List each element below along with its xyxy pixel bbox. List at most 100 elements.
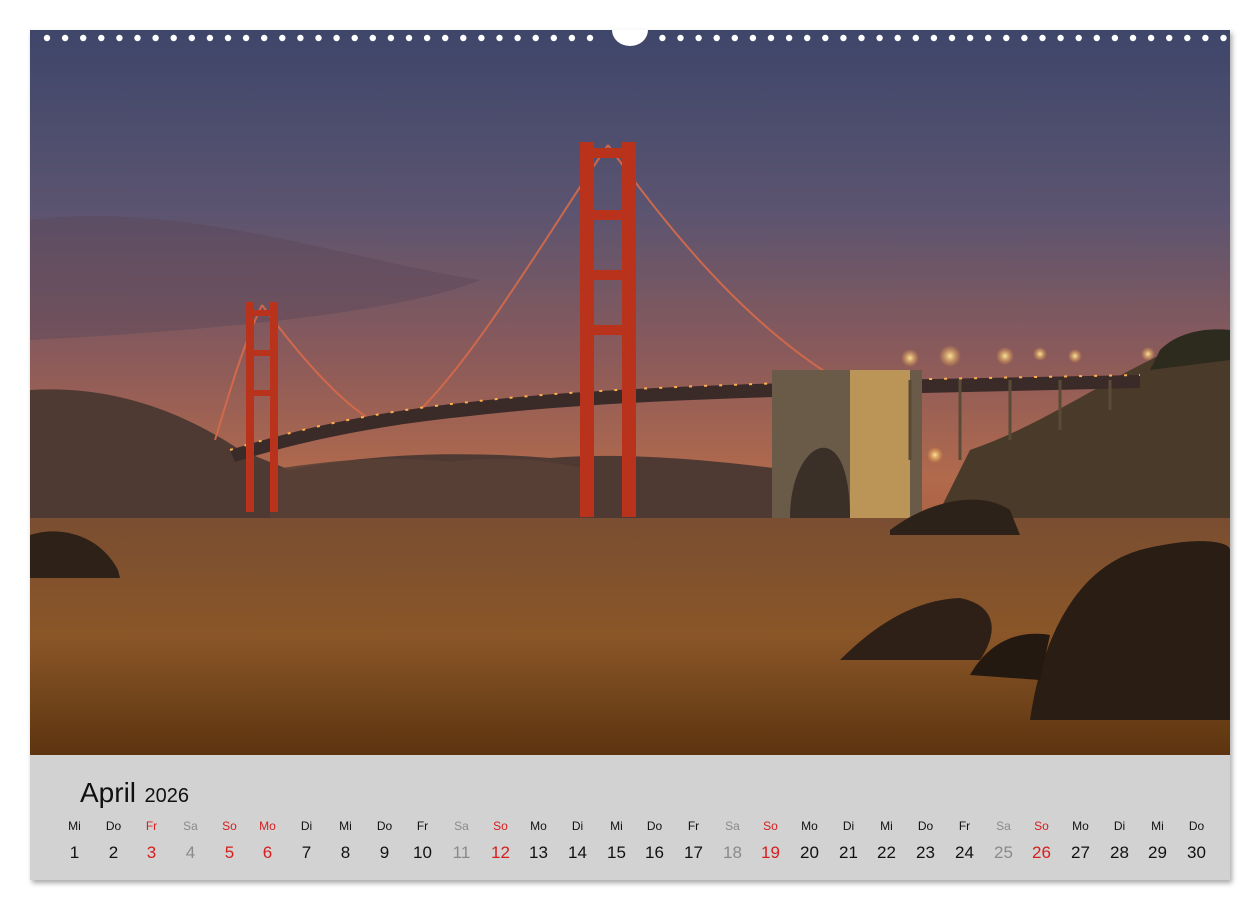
binding-hole: [170, 34, 177, 42]
binding-hole: [116, 34, 123, 42]
weekday-label: Di: [1113, 819, 1126, 833]
binding-hole: [876, 34, 883, 42]
day-number: 19: [761, 843, 780, 862]
day-number: 7: [301, 843, 312, 862]
binding-hole: [1147, 34, 1155, 42]
weekday-label: So: [763, 819, 778, 833]
binding-hole: [785, 34, 793, 42]
weekday-label: Sa: [454, 819, 469, 833]
binding-hole: [695, 34, 702, 42]
day-number: 29: [1148, 843, 1167, 862]
binding-hole: [80, 34, 87, 42]
weekday-label: Mi: [339, 819, 352, 833]
day-cell: Do 16: [636, 819, 673, 863]
day-number: 26: [1032, 843, 1051, 862]
binding-hole: [224, 34, 232, 42]
weekday-label: Mi: [880, 819, 893, 833]
weekday-label: Do: [646, 819, 663, 833]
day-row: Mi 1 Do 2 Fr 3 Sa 4 So 5 Mo 6 Di 7 Mi 8 Do 9 Fr 10 Sa 11 So 12 M…: [68, 819, 1215, 865]
binding-hole: [1220, 34, 1227, 42]
binding-hole: [333, 34, 340, 42]
binding-hole: [1075, 34, 1082, 42]
binding-hole: [948, 34, 956, 42]
day-cell: Sa 11: [443, 819, 480, 863]
day-number: 30: [1187, 843, 1206, 862]
day-cell: So 12: [482, 819, 519, 863]
binding-hole: [912, 34, 919, 42]
weekday-label: So: [493, 819, 508, 833]
day-cell: Di 21: [830, 819, 867, 863]
binding-hole: [804, 34, 811, 42]
binding-hole: [442, 34, 449, 42]
day-cell: So 19: [752, 819, 789, 863]
day-cell: Fr 17: [675, 819, 712, 863]
binding-hole: [315, 34, 322, 42]
binding-hole: [1111, 34, 1119, 42]
binding-hole: [568, 34, 576, 42]
weekday-label: Sa: [183, 819, 198, 833]
binding-hole: [206, 34, 214, 42]
weekday-label: Do: [376, 819, 393, 833]
binding-hole: [677, 34, 684, 42]
day-number: 17: [684, 843, 703, 862]
binding-hole: [43, 34, 51, 42]
day-number: 18: [723, 843, 742, 862]
day-number: 9: [379, 843, 390, 862]
day-cell: Mo 20: [791, 819, 828, 863]
binding-hole: [1202, 34, 1209, 42]
binding-hole: [478, 34, 485, 42]
day-cell: Di 7: [288, 819, 325, 863]
binding-hole: [423, 34, 431, 42]
binding-hole: [731, 34, 738, 42]
day-cell: Do 2: [95, 819, 132, 863]
day-number: 3: [146, 843, 157, 862]
day-number: 1: [69, 843, 80, 862]
weekday-label: Sa: [996, 819, 1011, 833]
binding-hole: [351, 34, 358, 42]
day-cell: So 26: [1023, 819, 1060, 863]
binding-hole: [61, 34, 69, 42]
binding-hole: [966, 34, 974, 42]
weekday-label: Mo: [801, 819, 818, 833]
binding-hole: [261, 34, 268, 42]
golden-gate-bridge-photo: [30, 30, 1230, 755]
binding-hole: [1129, 34, 1137, 42]
weekday-label: Di: [842, 819, 855, 833]
binding-hole: [586, 34, 594, 42]
day-number: 15: [607, 843, 626, 862]
day-number: 24: [955, 843, 974, 862]
weekday-label: Mo: [530, 819, 547, 833]
binding-hole: [822, 34, 829, 42]
binding-hole: [1039, 34, 1046, 42]
weekday-label: So: [222, 819, 237, 833]
binding-hole: [98, 34, 105, 42]
binding-hole: [858, 34, 865, 42]
day-number: 20: [800, 843, 819, 862]
weekday-label: Mo: [259, 819, 276, 833]
day-cell: Mo 27: [1062, 819, 1099, 863]
binding-hole: [894, 34, 901, 42]
calendar-page: April 2026 Mi 1 Do 2 Fr 3 Sa 4 So 5 Mo 6 Di 7 Mi 8 Do 9 Fr…: [30, 30, 1230, 880]
day-number: 10: [413, 843, 432, 862]
weekday-label: Mi: [68, 819, 81, 833]
binding-hole: [134, 34, 141, 42]
binding-hole: [1021, 34, 1028, 42]
day-number: 2: [108, 843, 119, 862]
month-year: 2026: [144, 785, 189, 807]
day-cell: Do 30: [1178, 819, 1215, 863]
day-cell: Mo 13: [520, 819, 557, 863]
day-cell: Fr 10: [404, 819, 441, 863]
day-number: 21: [839, 843, 858, 862]
weekday-label: Di: [571, 819, 584, 833]
day-number: 22: [877, 843, 896, 862]
weekday-label: Do: [1188, 819, 1205, 833]
day-number: 4: [185, 843, 196, 862]
day-cell: Sa 18: [714, 819, 751, 863]
binding-hole: [1057, 34, 1064, 42]
day-cell: Fr 3: [133, 819, 170, 863]
day-number: 6: [262, 843, 273, 862]
weekday-label: So: [1034, 819, 1049, 833]
binding-hole: [496, 34, 503, 42]
day-cell: Mi 15: [598, 819, 635, 863]
weekday-label: Fr: [958, 819, 971, 833]
